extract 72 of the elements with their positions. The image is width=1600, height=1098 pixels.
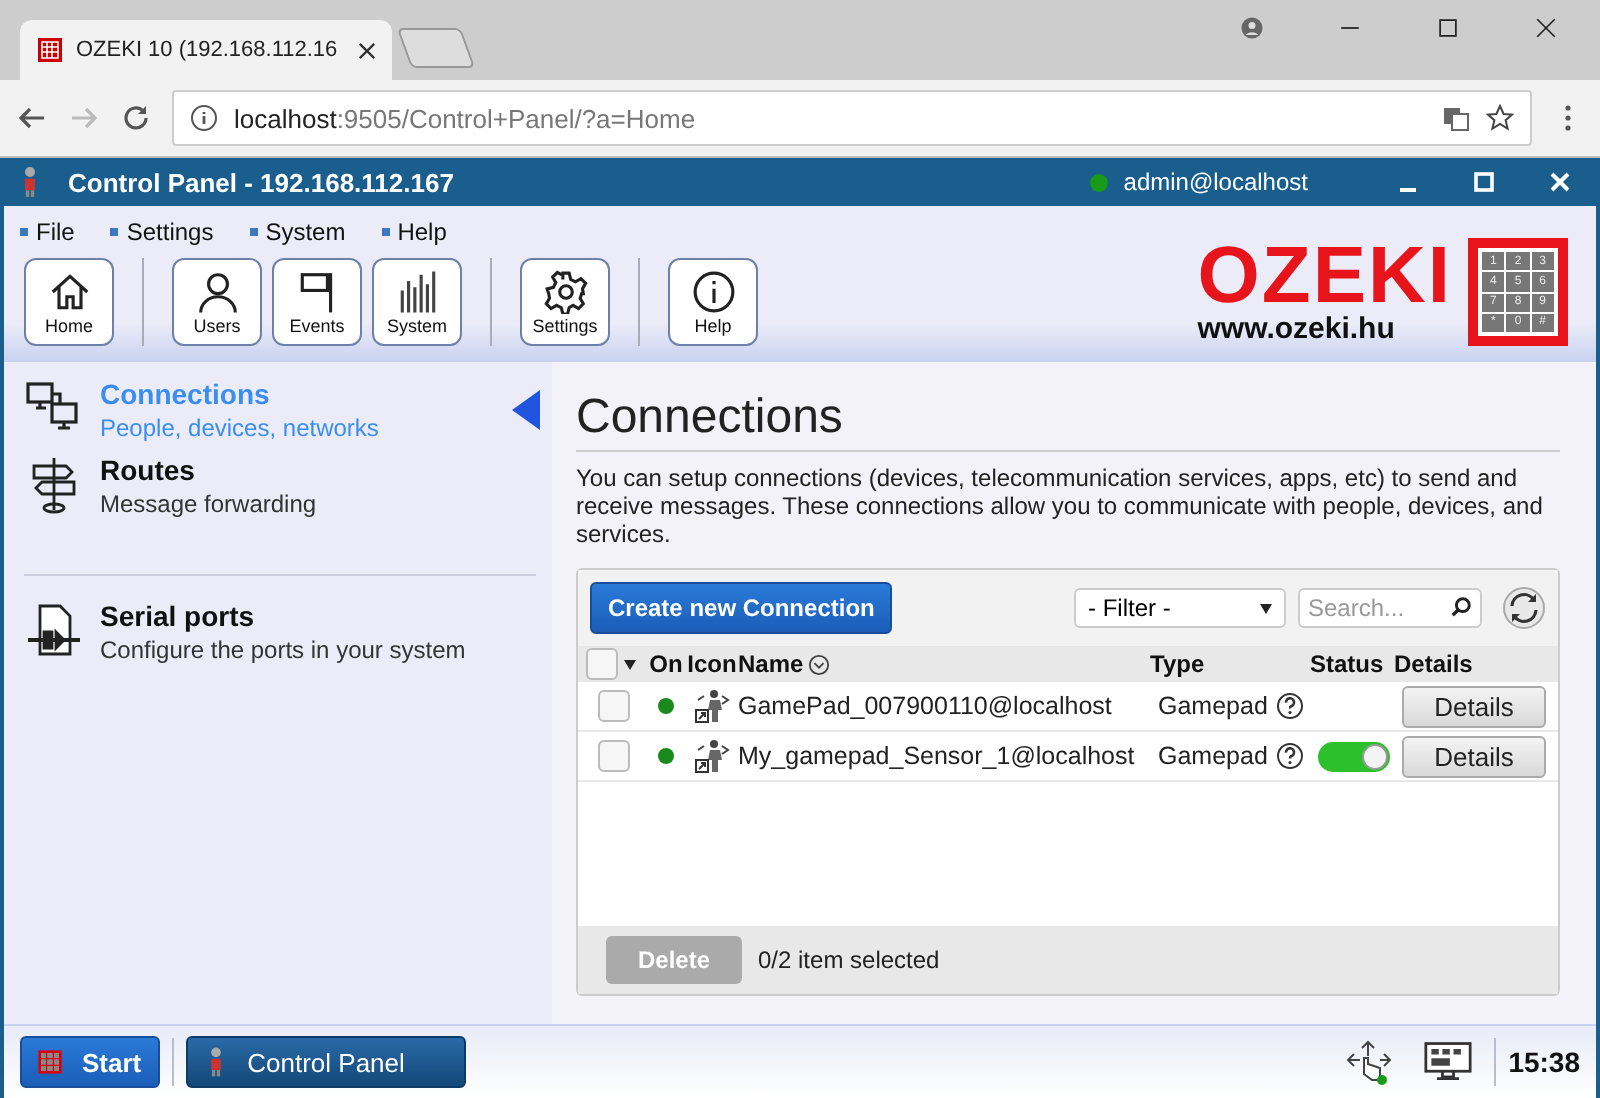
bar-chart-icon: [395, 269, 439, 313]
menu-item[interactable]: Help: [381, 218, 447, 246]
robot-icon: [20, 164, 40, 200]
menu-item[interactable]: System: [249, 218, 346, 246]
create-connection-button[interactable]: Create new Connection: [590, 582, 893, 634]
connection-name[interactable]: GamePad_007900110@localhost: [738, 692, 1158, 720]
description: You can setup connections (devices, telecommunication services, apps, etc) to send and receive messages. These connections allow you to communicate with people, devices, and services.: [576, 464, 1545, 548]
monitor-icon[interactable]: [1424, 1038, 1473, 1086]
gamepad-user-icon: [694, 738, 730, 774]
menu-item[interactable]: File: [20, 218, 75, 246]
maximize-icon[interactable]: [1434, 14, 1462, 42]
app-title: Control Panel - 192.168.112.167: [68, 167, 454, 197]
home-icon: [47, 269, 91, 313]
column-header: Status: [1310, 650, 1386, 678]
toolbar-button[interactable]: Help: [668, 258, 758, 346]
connection-type: Gamepad: [1158, 692, 1268, 720]
table-row[interactable]: GamePad_007900110@localhost Gamepad Details: [578, 682, 1558, 732]
address-bar[interactable]: localhost:9505/Control+Panel/?a=Home: [172, 90, 1532, 146]
details-button[interactable]: Details: [1402, 735, 1546, 777]
connection-name[interactable]: My_gamepad_Sensor_1@localhost: [738, 742, 1158, 770]
document-icon: [24, 600, 84, 660]
help-icon[interactable]: [1275, 742, 1304, 770]
taskbar-app[interactable]: Control Panel: [185, 1036, 466, 1088]
toolbar-button[interactable]: Users: [172, 258, 262, 346]
column-header: Details: [1394, 650, 1475, 678]
column-header: Type: [1150, 650, 1207, 678]
selection-count: 0/2 item selected: [758, 946, 940, 974]
sidebar-item[interactable]: Routes Message forwarding: [24, 454, 552, 518]
row-checkbox[interactable]: [598, 690, 630, 722]
start-button[interactable]: Start: [20, 1036, 160, 1088]
help-icon[interactable]: [1275, 692, 1304, 720]
gamepad-user-icon: [694, 688, 730, 724]
close-icon[interactable]: [357, 41, 376, 59]
menu-item[interactable]: Settings: [110, 218, 214, 246]
table-row[interactable]: My_gamepad_Sensor_1@localhost Gamepad Details: [578, 732, 1558, 782]
reload-icon[interactable]: [120, 102, 152, 134]
translate-icon[interactable]: [1442, 104, 1470, 132]
column-header: Icon: [686, 650, 738, 678]
grid-icon: [38, 1046, 62, 1078]
clock: 15:38: [1508, 1046, 1580, 1078]
search-icon[interactable]: [1450, 596, 1472, 618]
user-name[interactable]: admin@localhost: [1123, 168, 1308, 196]
star-icon[interactable]: [1486, 104, 1514, 132]
column-header[interactable]: Name: [738, 650, 804, 678]
touch-icon[interactable]: [1344, 1038, 1393, 1086]
close-icon[interactable]: [1532, 14, 1560, 42]
settings-icon: [543, 269, 587, 313]
profile-icon[interactable]: [1238, 14, 1266, 42]
column-header: On: [647, 650, 685, 678]
browser-tab[interactable]: OZEKI 10 (192.168.112.16: [20, 20, 392, 80]
back-icon[interactable]: [16, 102, 48, 134]
toolbar-button[interactable]: Settings: [520, 258, 610, 346]
filter-dropdown[interactable]: - Filter -: [1074, 588, 1286, 628]
maximize-icon[interactable]: [1472, 170, 1496, 194]
info-icon: [691, 269, 735, 313]
row-checkbox[interactable]: [598, 740, 630, 772]
details-button[interactable]: Details: [1402, 685, 1546, 727]
connection-type: Gamepad: [1158, 742, 1268, 770]
status-toggle[interactable]: [1318, 741, 1390, 771]
toolbar-button[interactable]: Home: [24, 258, 114, 346]
info-icon: [190, 104, 218, 132]
user-icon: [195, 269, 239, 313]
grid-icon: [36, 36, 64, 64]
search-field[interactable]: Search...: [1298, 588, 1482, 628]
select-all-checkbox[interactable]: [586, 648, 618, 680]
refresh-icon[interactable]: [1502, 586, 1546, 630]
page-heading: Connections: [576, 390, 1560, 452]
toolbar-button[interactable]: System: [372, 258, 462, 346]
dropdown-icon[interactable]: [624, 659, 636, 669]
toolbar-button[interactable]: Events: [272, 258, 362, 346]
sort-icon[interactable]: [807, 653, 830, 675]
sidebar-item[interactable]: Serial ports Configure the ports in your system: [24, 600, 552, 664]
